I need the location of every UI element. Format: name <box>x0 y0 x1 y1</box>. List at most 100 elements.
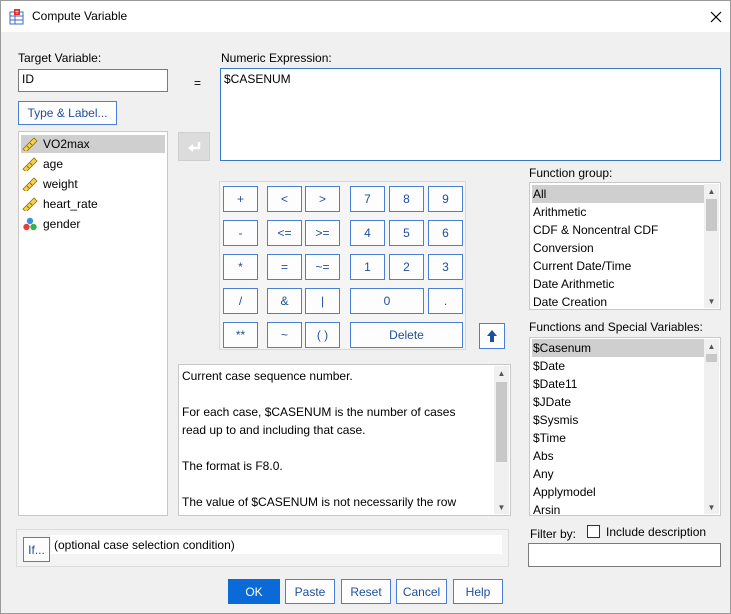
function-item[interactable]: $Date <box>532 357 565 375</box>
numeric-expression-input[interactable]: $CASENUM <box>220 68 721 161</box>
description-line <box>181 385 182 403</box>
function-group-item[interactable]: Date Creation <box>532 293 607 309</box>
variable-item[interactable]: gender <box>21 215 80 233</box>
function-item[interactable]: $JDate <box>532 393 571 411</box>
key-1[interactable]: 1 <box>350 254 385 280</box>
description-line: Current case sequence number. <box>182 369 353 383</box>
reset-button[interactable]: Reset <box>341 579 391 604</box>
insert-function-button[interactable] <box>479 323 505 349</box>
app-icon: + <box>9 9 25 25</box>
if-button[interactable]: If... <box>23 537 50 562</box>
scale-ruler-icon <box>21 156 39 172</box>
description-line: For each case, $CASENUM is the number of… <box>182 405 456 419</box>
function-item[interactable]: Arsin <box>532 501 560 515</box>
key-greater-equal[interactable]: >= <box>305 220 340 246</box>
close-icon <box>710 11 722 22</box>
key-not[interactable]: ~ <box>267 322 302 348</box>
help-button[interactable]: Help <box>453 579 503 604</box>
function-item[interactable]: $Time <box>532 429 566 447</box>
key-plus[interactable]: + <box>223 186 258 212</box>
function-group-list[interactable]: All Arithmetic CDF & Noncentral CDF Conv… <box>529 182 721 310</box>
description-line <box>181 439 182 457</box>
arrow-return-icon <box>188 141 201 152</box>
move-variable-button[interactable] <box>178 132 210 161</box>
function-item[interactable]: Any <box>532 465 554 483</box>
key-3[interactable]: 3 <box>428 254 463 280</box>
key-decimal[interactable]: . <box>428 288 463 314</box>
variable-item[interactable]: weight <box>21 175 78 193</box>
function-group-item[interactable]: Conversion <box>532 239 594 257</box>
cancel-button[interactable]: Cancel <box>396 579 447 604</box>
function-item[interactable]: $Sysmis <box>532 411 578 429</box>
key-multiply[interactable]: * <box>223 254 258 280</box>
functions-scrollbar[interactable]: ▲ ▼ <box>704 339 719 514</box>
key-and[interactable]: & <box>267 288 302 314</box>
description-line: The format is F8.0. <box>182 459 283 473</box>
key-or[interactable]: | <box>305 288 340 314</box>
function-item[interactable]: $Casenum <box>532 339 704 357</box>
function-group-item[interactable]: Current Date/Time <box>532 257 631 275</box>
scroll-up-icon[interactable]: ▲ <box>704 184 719 198</box>
function-group-item[interactable]: Date Arithmetic <box>532 275 614 293</box>
function-group-item[interactable]: CDF & Noncentral CDF <box>532 221 658 239</box>
description-line: The value of $CASENUM is not necessarily… <box>182 495 457 509</box>
arrow-up-icon <box>487 330 497 342</box>
key-less-than[interactable]: < <box>267 186 302 212</box>
description-line: read up to and including that case. <box>182 423 366 437</box>
description-line <box>181 475 182 493</box>
scale-ruler-icon <box>21 176 39 192</box>
scale-ruler-icon <box>21 196 39 212</box>
filter-by-label: Filter by: <box>530 527 577 541</box>
function-item[interactable]: Applymodel <box>532 483 596 501</box>
variable-list[interactable]: VO2max age weight heart_rate gender <box>18 131 168 516</box>
key-0[interactable]: 0 <box>350 288 424 314</box>
key-greater-than[interactable]: > <box>305 186 340 212</box>
scale-ruler-icon <box>21 136 39 152</box>
variable-item[interactable]: heart_rate <box>21 195 98 213</box>
function-group-label: Function group: <box>529 166 613 180</box>
key-minus[interactable]: - <box>223 220 258 246</box>
description-scrollbar[interactable]: ▲ ▼ <box>494 366 509 514</box>
function-item[interactable]: $Date11 <box>532 375 577 393</box>
key-divide[interactable]: / <box>223 288 258 314</box>
target-variable-input[interactable]: ID <box>18 69 168 92</box>
scroll-down-icon[interactable]: ▼ <box>494 500 509 514</box>
key-not-equal[interactable]: ~= <box>305 254 340 280</box>
scrollbar-thumb[interactable] <box>496 382 507 462</box>
key-parentheses[interactable]: ( ) <box>305 322 340 348</box>
function-item[interactable]: Abs <box>532 447 554 465</box>
functions-list[interactable]: $Casenum $Date $Date11 $JDate $Sysmis $T… <box>529 337 721 516</box>
key-9[interactable]: 9 <box>428 186 463 212</box>
key-6[interactable]: 6 <box>428 220 463 246</box>
compute-variable-dialog: + Compute Variable Target Variable: ID =… <box>0 0 731 614</box>
scrollbar-thumb[interactable] <box>706 354 717 362</box>
scroll-down-icon[interactable]: ▼ <box>704 294 719 308</box>
key-power[interactable]: ** <box>223 322 258 348</box>
ok-button[interactable]: OK <box>228 579 280 604</box>
function-description: Current case sequence number. For each c… <box>178 364 511 516</box>
function-group-scrollbar[interactable]: ▲ ▼ <box>704 184 719 308</box>
key-5[interactable]: 5 <box>389 220 424 246</box>
numeric-expression-value: $CASENUM <box>224 72 291 86</box>
type-label-button[interactable]: Type & Label... <box>18 101 117 125</box>
scroll-up-icon[interactable]: ▲ <box>704 339 719 353</box>
include-description-checkbox[interactable] <box>587 525 600 538</box>
key-4[interactable]: 4 <box>350 220 385 246</box>
if-condition-text: (optional case selection condition) <box>54 538 235 552</box>
close-button[interactable] <box>702 1 730 32</box>
key-2[interactable]: 2 <box>389 254 424 280</box>
key-7[interactable]: 7 <box>350 186 385 212</box>
function-group-item[interactable]: All <box>532 185 704 203</box>
key-delete[interactable]: Delete <box>350 322 463 348</box>
filter-input[interactable] <box>528 543 721 567</box>
scrollbar-thumb[interactable] <box>706 199 717 231</box>
paste-button[interactable]: Paste <box>285 579 335 604</box>
scroll-up-icon[interactable]: ▲ <box>494 366 509 380</box>
key-less-equal[interactable]: <= <box>267 220 302 246</box>
key-8[interactable]: 8 <box>389 186 424 212</box>
function-group-item[interactable]: Arithmetic <box>532 203 586 221</box>
variable-item[interactable]: age <box>21 155 63 173</box>
key-equals[interactable]: = <box>267 254 302 280</box>
scroll-down-icon[interactable]: ▼ <box>704 500 719 514</box>
variable-item[interactable]: VO2max <box>21 135 165 153</box>
